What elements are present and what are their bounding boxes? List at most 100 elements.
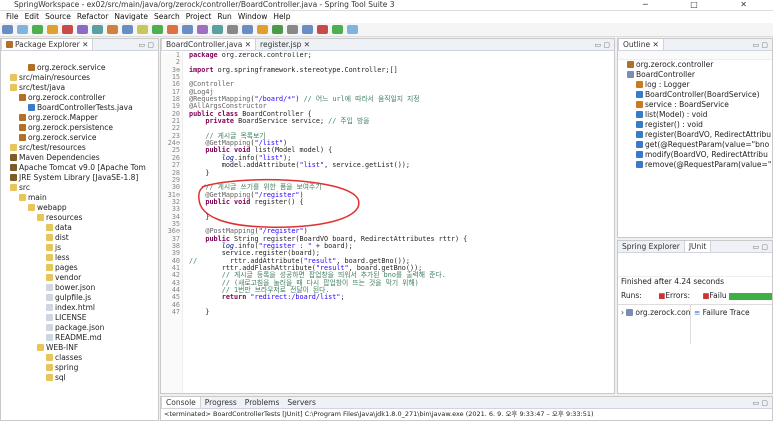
explorer-tree-item[interactable]: bower.json bbox=[1, 283, 158, 293]
explorer-tree-item[interactable]: Maven Dependencies bbox=[1, 153, 158, 163]
window-controls[interactable]: ─ □ ✕ bbox=[643, 0, 767, 9]
toolbar-button-icon[interactable] bbox=[197, 25, 208, 34]
toolbar-button-icon[interactable] bbox=[17, 25, 28, 34]
minimize-maximize-icon[interactable]: ▭ ▢ bbox=[139, 39, 154, 50]
tab-console[interactable]: Console bbox=[161, 397, 201, 408]
code-line[interactable]: package org.zerock.controller; bbox=[189, 52, 609, 59]
toolbar-button-icon[interactable] bbox=[212, 25, 223, 34]
menu-help[interactable]: Help bbox=[273, 11, 290, 23]
outline-tree-item[interactable]: register(BoardVO, RedirectAttribu bbox=[618, 130, 772, 140]
toolbar-button-icon[interactable] bbox=[137, 25, 148, 34]
minimize-maximize-icon[interactable]: ▭ ▢ bbox=[753, 397, 768, 408]
toolbar-button-icon[interactable] bbox=[242, 25, 253, 34]
minimize-maximize-icon[interactable]: ▭ ▢ bbox=[595, 39, 610, 50]
explorer-tree-item[interactable]: index.html bbox=[1, 303, 158, 313]
tab-spring-explorer[interactable]: Spring Explorer bbox=[618, 241, 684, 252]
code-line[interactable]: model.addAttribute("list", service.getLi… bbox=[189, 161, 609, 169]
explorer-tree-item[interactable]: pages bbox=[1, 263, 158, 273]
explorer-tree-item[interactable]: spring bbox=[1, 363, 158, 373]
outline-tree-item[interactable]: remove(@RequestParam(value=" bbox=[618, 160, 772, 170]
toolbar-button-icon[interactable] bbox=[182, 25, 193, 34]
menu-edit[interactable]: Edit bbox=[25, 11, 40, 23]
toolbar-button-icon[interactable] bbox=[302, 25, 313, 34]
menu-file[interactable]: File bbox=[6, 11, 19, 23]
explorer-tree-item[interactable]: src bbox=[1, 183, 158, 193]
code-line[interactable]: } bbox=[189, 169, 609, 177]
explorer-tree-item[interactable]: sql bbox=[1, 373, 158, 383]
menu-source[interactable]: Source bbox=[45, 11, 71, 23]
explorer-tree-item[interactable]: classes bbox=[1, 353, 158, 363]
outline-tree-item[interactable]: BoardController(BoardService) bbox=[618, 90, 772, 100]
explorer-tree-item[interactable]: org.zerock.service bbox=[1, 133, 158, 143]
toolbar-button-icon[interactable] bbox=[272, 25, 283, 34]
outline-tree-item[interactable]: list(Model) : void bbox=[618, 110, 772, 120]
explorer-tree-item[interactable]: LICENSE bbox=[1, 313, 158, 323]
menu-search[interactable]: Search bbox=[154, 11, 180, 23]
explorer-tree-item[interactable]: main bbox=[1, 193, 158, 203]
explorer-tree-item[interactable]: BoardControllerTests.java bbox=[1, 103, 158, 113]
toolbar-button-icon[interactable] bbox=[107, 25, 118, 34]
explorer-tree-item[interactable]: README.md bbox=[1, 333, 158, 343]
toolbar-button-icon[interactable] bbox=[122, 25, 133, 34]
toolbar-button-icon[interactable] bbox=[92, 25, 103, 34]
explorer-tree-item[interactable]: less bbox=[1, 253, 158, 263]
code-line[interactable]: return "redirect:/board/list"; bbox=[189, 293, 609, 301]
toolbar-button-icon[interactable] bbox=[287, 25, 298, 34]
explorer-tree-item[interactable]: src/main/resources bbox=[1, 73, 158, 83]
explorer-tree-item[interactable]: org.zerock.controller bbox=[1, 93, 158, 103]
menu-refactor[interactable]: Refactor bbox=[77, 11, 108, 23]
code-line[interactable] bbox=[189, 302, 609, 309]
tab-servers[interactable]: Servers bbox=[283, 397, 320, 408]
menu-window[interactable]: Window bbox=[238, 11, 268, 23]
explorer-tree-item[interactable]: dist bbox=[1, 233, 158, 243]
outline-tree-item[interactable]: register() : void bbox=[618, 120, 772, 130]
toolbar-button-icon[interactable] bbox=[2, 25, 13, 34]
toolbar-button-icon[interactable] bbox=[317, 25, 328, 34]
explorer-tree-item[interactable]: WEB-INF bbox=[1, 343, 158, 353]
explorer-tree-item[interactable]: vendor bbox=[1, 273, 158, 283]
explorer-tree-item[interactable]: package.json bbox=[1, 323, 158, 333]
explorer-tree-item[interactable]: js bbox=[1, 243, 158, 253]
test-tree-item[interactable]: › org.zerock.con bbox=[621, 308, 690, 317]
explorer-tree-item[interactable]: Apache Tomcat v9.0 [Apache Tom bbox=[1, 163, 158, 173]
toolbar-button-icon[interactable] bbox=[152, 25, 163, 34]
tab-package-explorer[interactable]: Package Explorer ✕ bbox=[1, 39, 94, 50]
menu-navigate[interactable]: Navigate bbox=[114, 11, 148, 23]
outline-tree-item[interactable]: log : Logger bbox=[618, 80, 772, 90]
toolbar-button-icon[interactable] bbox=[62, 25, 73, 34]
tab-junit[interactable]: JUnit bbox=[683, 241, 712, 252]
outline-tree-item[interactable]: service : BoardService bbox=[618, 100, 772, 110]
toolbar-button-icon[interactable] bbox=[347, 25, 358, 34]
explorer-tree-item[interactable]: org.zerock.service bbox=[1, 63, 158, 73]
code-line[interactable] bbox=[189, 74, 609, 81]
code-editor[interactable]: 1 2 3⊕ 15 16 17 18 19 20 21 22 23 24⊖ 25 26 27 28 29 30 31⊖… bbox=[161, 52, 614, 393]
outline-tree-item[interactable]: org.zerock.controller bbox=[618, 60, 772, 70]
explorer-tree-item[interactable]: resources bbox=[1, 213, 158, 223]
toolbar-button-icon[interactable] bbox=[47, 25, 58, 34]
explorer-tree-item[interactable]: gulpfile.js bbox=[1, 293, 158, 303]
explorer-tree-item[interactable]: data bbox=[1, 223, 158, 233]
explorer-tree-item[interactable]: org.zerock.Mapper bbox=[1, 113, 158, 123]
toolbar-button-icon[interactable] bbox=[167, 25, 178, 34]
tab-progress[interactable]: Progress bbox=[201, 397, 241, 408]
toolbar-button-icon[interactable] bbox=[257, 25, 268, 34]
code-line[interactable]: } bbox=[189, 308, 609, 316]
outline-tree-item[interactable]: BoardController bbox=[618, 70, 772, 80]
tab-problems[interactable]: Problems bbox=[241, 397, 284, 408]
tab-register-jsp[interactable]: register.jsp ✕ bbox=[256, 39, 314, 50]
code-line[interactable]: private BoardService service; // 주입 방을 bbox=[189, 117, 609, 125]
code-line[interactable]: import org.springframework.stereotype.Co… bbox=[189, 66, 609, 74]
toolbar-button-icon[interactable] bbox=[227, 25, 238, 34]
toolbar-button-icon[interactable] bbox=[332, 25, 343, 34]
minimize-maximize-icon[interactable]: ▭ ▢ bbox=[753, 241, 768, 252]
code-line[interactable]: @Controller bbox=[189, 81, 609, 88]
explorer-tree-item[interactable]: org.zerock.persistence bbox=[1, 123, 158, 133]
explorer-tree-item[interactable]: src/test/resources bbox=[1, 143, 158, 153]
explorer-tree-item[interactable]: JRE System Library [JavaSE-1.8] bbox=[1, 173, 158, 183]
explorer-tree-item[interactable]: src/test/java bbox=[1, 83, 158, 93]
outline-tree-item[interactable]: modify(BoardVO, RedirectAttribu bbox=[618, 150, 772, 160]
explorer-tree-item[interactable]: webapp bbox=[1, 203, 158, 213]
minimize-maximize-icon[interactable]: ▭ ▢ bbox=[753, 39, 768, 50]
outline-tree-item[interactable]: get(@RequestParam(value="bno bbox=[618, 140, 772, 150]
toolbar-button-icon[interactable] bbox=[32, 25, 43, 34]
